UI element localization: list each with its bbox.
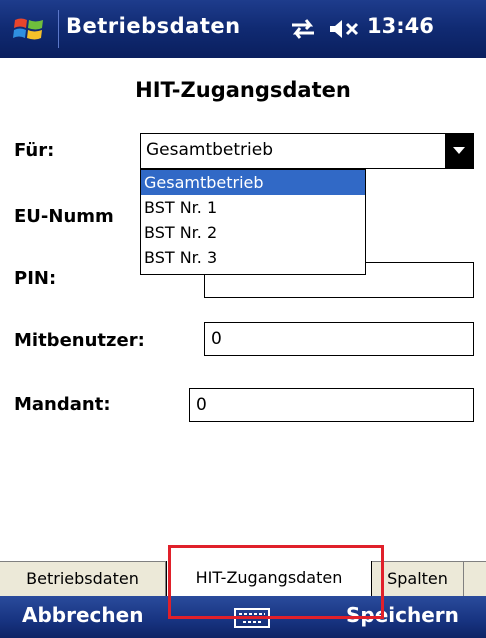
tab-hit-zugangsdaten[interactable]: HIT-Zugangsdaten	[166, 561, 372, 597]
pin-label: PIN:	[14, 268, 57, 289]
page-title: HIT-Zugangsdaten	[135, 78, 351, 102]
mitbenutzer-label: Mitbenutzer:	[14, 330, 145, 351]
mandant-label: Mandant:	[14, 394, 111, 415]
clock[interactable]: 13:46	[367, 14, 434, 38]
device-screen: Betriebsdaten 13:46 HIT-Zugangsdaten Für…	[0, 0, 486, 638]
fuer-label: Für:	[14, 140, 55, 161]
chevron-down-icon[interactable]	[445, 134, 473, 168]
dropdown-option-bst-1[interactable]: BST Nr. 1	[141, 195, 365, 220]
app-title: Betriebsdaten	[66, 14, 241, 38]
mandant-field[interactable]: 0	[189, 388, 474, 422]
title-separator	[58, 10, 59, 48]
tab-spalten[interactable]: Spalten	[372, 562, 464, 596]
fuer-select[interactable]: Gesamtbetrieb	[140, 133, 474, 169]
keyboard-icon[interactable]	[234, 608, 270, 628]
dropdown-option-gesamtbetrieb[interactable]: Gesamtbetrieb	[141, 170, 365, 195]
speaker-muted-icon[interactable]	[328, 18, 360, 40]
windows-flag-icon[interactable]	[12, 12, 46, 46]
softkey-bar: Abbrechen Speichern	[0, 596, 486, 638]
cancel-button[interactable]: Abbrechen	[22, 603, 143, 627]
sync-arrows-icon[interactable]	[290, 17, 316, 41]
fuer-dropdown-list: Gesamtbetrieb BST Nr. 1 BST Nr. 2 BST Nr…	[140, 169, 366, 275]
save-button[interactable]: Speichern	[346, 603, 459, 627]
mitbenutzer-field[interactable]: 0	[204, 322, 474, 356]
fuer-select-value: Gesamtbetrieb	[146, 140, 274, 160]
title-bar: Betriebsdaten 13:46	[0, 0, 486, 58]
dropdown-option-bst-2[interactable]: BST Nr. 2	[141, 220, 365, 245]
dropdown-option-bst-3[interactable]: BST Nr. 3	[141, 245, 365, 270]
tab-bar: Betriebsdaten HIT-Zugangsdaten Spalten	[0, 561, 486, 597]
tab-betriebsdaten[interactable]: Betriebsdaten	[0, 562, 166, 596]
eu-number-label: EU-Numm	[14, 206, 114, 227]
